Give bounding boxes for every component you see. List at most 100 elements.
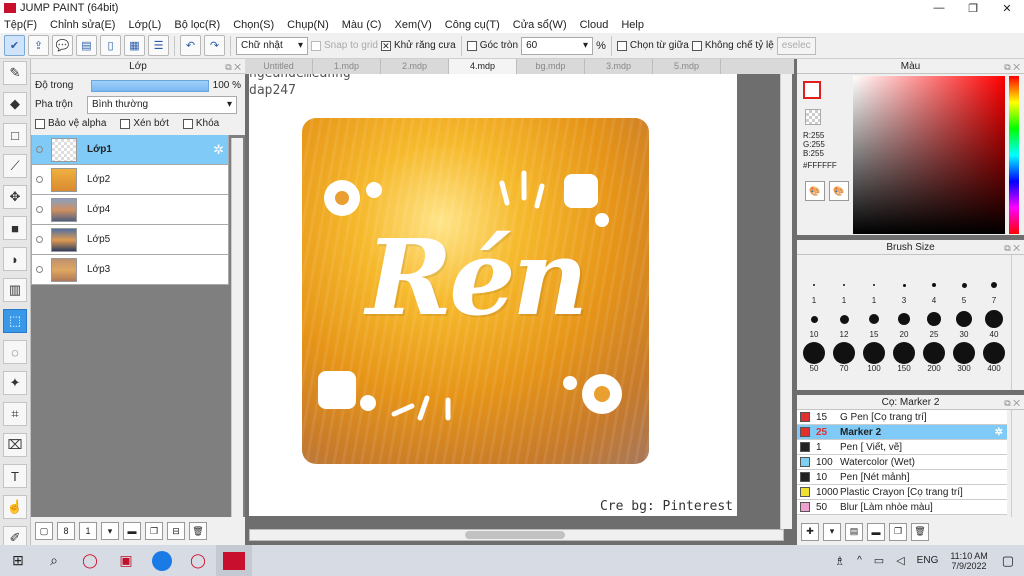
brush-list-item[interactable]: 100 Watercolor (Wet) (797, 455, 1007, 470)
menu-edit[interactable]: Chỉnh sửa(E) (50, 19, 115, 31)
close-icon[interactable]: ⧉ ✕ (1004, 60, 1020, 75)
speech-bubble-icon[interactable]: 💬 (52, 35, 73, 56)
antialias-checkbox[interactable]: ✕ Khử răng cưa (380, 40, 456, 51)
menu-view[interactable]: Xem(V) (394, 19, 431, 31)
brush-size-option[interactable]: 70 (831, 342, 857, 373)
operation-icon[interactable]: ☝ (3, 495, 27, 519)
tab-4-mdp[interactable]: 4.mdp (449, 59, 517, 74)
brush-size-option[interactable]: 1 (801, 274, 827, 305)
saturation-value-picker[interactable] (853, 76, 1005, 234)
menu-tools[interactable]: Công cụ(T) (445, 19, 500, 31)
brush-size-option[interactable]: 5 (951, 274, 977, 305)
duplicate-layer-icon[interactable]: ❐ (145, 522, 163, 540)
round-corner-checkbox[interactable]: Góc tròn (466, 40, 518, 51)
folder-icon[interactable]: ▬ (867, 522, 885, 541)
layer-list-icon[interactable]: ☰ (148, 35, 169, 56)
language-indicator[interactable]: ENG (917, 555, 939, 566)
move-icon[interactable]: ✥ (3, 185, 27, 209)
menu-color[interactable]: Màu (C) (342, 19, 382, 31)
canvas-vertical-scrollbar[interactable] (780, 74, 792, 529)
zalo-icon[interactable] (144, 545, 180, 576)
rectangle-icon[interactable]: □ (3, 123, 27, 147)
menu-layer[interactable]: Lớp(L) (128, 19, 161, 31)
close-icon[interactable]: ⧉ ✕ (225, 60, 241, 75)
palette-edit-icon[interactable]: 🎨 (829, 181, 849, 201)
brush-size-option[interactable]: 1 (861, 274, 887, 305)
no-ratio-checkbox[interactable]: Không chế tỷ lệ (691, 40, 774, 51)
text-icon[interactable]: T (3, 464, 27, 488)
people-icon[interactable]: ♗ (834, 554, 845, 568)
tray-chevron-icon[interactable]: ^ (857, 555, 862, 566)
palette-icon[interactable]: 🎨 (805, 181, 825, 201)
page-icon[interactable]: ▯ (100, 35, 121, 56)
brush-list-item[interactable]: 1 Pen [ Viết, vẽ] (797, 440, 1007, 455)
visibility-icon[interactable] (36, 206, 43, 213)
brush-list-item[interactable]: 25 Marker 2 ✲ (797, 425, 1007, 440)
brush-list-item[interactable]: 10 Pen [Nét mảnh] (797, 470, 1007, 485)
menu-capture[interactable]: Chụp(N) (287, 19, 329, 31)
blend-select[interactable]: Bình thường ▾ (87, 95, 237, 114)
visibility-icon[interactable] (36, 146, 43, 153)
layer-row[interactable]: Lớp4 (31, 195, 229, 225)
visibility-icon[interactable] (36, 176, 43, 183)
check-icon[interactable]: ✔ (4, 35, 25, 56)
tab-2-mdp[interactable]: 2.mdp (381, 59, 449, 74)
shape-select[interactable]: Chữ nhật ▾ (236, 36, 308, 55)
foreground-color-swatch[interactable] (803, 81, 821, 99)
brush-size-option[interactable]: 10 (801, 308, 827, 339)
brush-size-option[interactable]: 30 (951, 308, 977, 339)
magic-wand-icon[interactable]: ✦ (3, 371, 27, 395)
line-icon[interactable]: ⟋ (3, 154, 27, 178)
snap-to-grid-checkbox[interactable]: Snap to grid (311, 40, 378, 51)
text-box-icon[interactable]: ▤ (76, 35, 97, 56)
brush-size-option[interactable]: 40 (981, 308, 1007, 339)
brush-size-option[interactable]: 25 (921, 308, 947, 339)
brush-size-option[interactable]: 7 (981, 274, 1007, 305)
brush-size-option[interactable]: 400 (981, 342, 1007, 373)
brush-size-option[interactable]: 300 (951, 342, 977, 373)
layer-row[interactable]: Lớp3 (31, 255, 229, 285)
clock[interactable]: 11:10 AM 7/9/2022 (950, 551, 987, 571)
protect-alpha-checkbox[interactable]: Bảo vệ alpha (35, 118, 106, 129)
folder-icon[interactable]: ▬ (123, 522, 141, 540)
brush-list-item[interactable]: 1000 Plastic Crayon [Cọ trang trí] (797, 485, 1007, 500)
brush-size-option[interactable]: 150 (891, 342, 917, 373)
windows-start-icon[interactable]: ⊞ (0, 545, 36, 576)
menu-filter[interactable]: Bộ lọc(R) (174, 19, 220, 31)
new-layer-icon[interactable]: ▢ (35, 522, 53, 540)
clip-checkbox[interactable]: Xén bớt (120, 118, 169, 129)
network-icon[interactable]: ▭ (874, 554, 884, 567)
brush-list-item[interactable]: 15 G Pen [Cọ trang trí] (797, 410, 1007, 425)
brush-size-option[interactable]: 12 (831, 308, 857, 339)
menu-select[interactable]: Chọn(S) (233, 19, 274, 31)
layer-row[interactable]: Lớp1 ✲ (31, 135, 229, 165)
select-center-checkbox[interactable]: Chọn từ giữa (616, 40, 689, 51)
canvas-horizontal-scrollbar[interactable] (249, 529, 784, 541)
tab-untitled[interactable]: Untitled (245, 59, 313, 74)
tab-3-mdp[interactable]: 3.mdp (585, 59, 653, 74)
tab-5-mdp[interactable]: 5.mdp (653, 59, 721, 74)
brush-settings-icon[interactable]: ▾ (823, 522, 841, 541)
layer-scrollbar[interactable] (231, 138, 243, 517)
bucket-icon[interactable]: ◗ (3, 247, 27, 271)
trash-icon[interactable]: 🗑 (911, 522, 929, 541)
brush-size-option[interactable]: 20 (891, 308, 917, 339)
add-brush-icon[interactable]: ✚ (801, 522, 819, 541)
layer-row[interactable]: Lớp2 (31, 165, 229, 195)
opacity-slider[interactable] (91, 79, 209, 92)
jump-paint-taskbar-icon[interactable] (216, 545, 252, 576)
menu-cloud[interactable]: Cloud (580, 19, 609, 31)
menu-file[interactable]: Tệp(F) (4, 19, 37, 31)
brush-page-icon[interactable]: ▤ (845, 522, 863, 541)
lock-checkbox[interactable]: Khóa (182, 118, 219, 129)
transparent-swatch[interactable] (805, 109, 821, 125)
fill-rect-icon[interactable]: ■ (3, 216, 27, 240)
gear-icon[interactable]: ✲ (995, 427, 1003, 438)
maximize-button[interactable]: ❐ (956, 0, 990, 16)
export-icon[interactable]: ⇪ (28, 35, 49, 56)
scroll-thumb[interactable] (465, 531, 565, 539)
eraser-icon[interactable]: ◆ (3, 92, 27, 116)
new-1bit-layer-icon[interactable]: 1 (79, 522, 97, 540)
hue-slider[interactable] (1009, 76, 1019, 234)
rect-select-icon[interactable]: ⬚ (3, 309, 27, 333)
